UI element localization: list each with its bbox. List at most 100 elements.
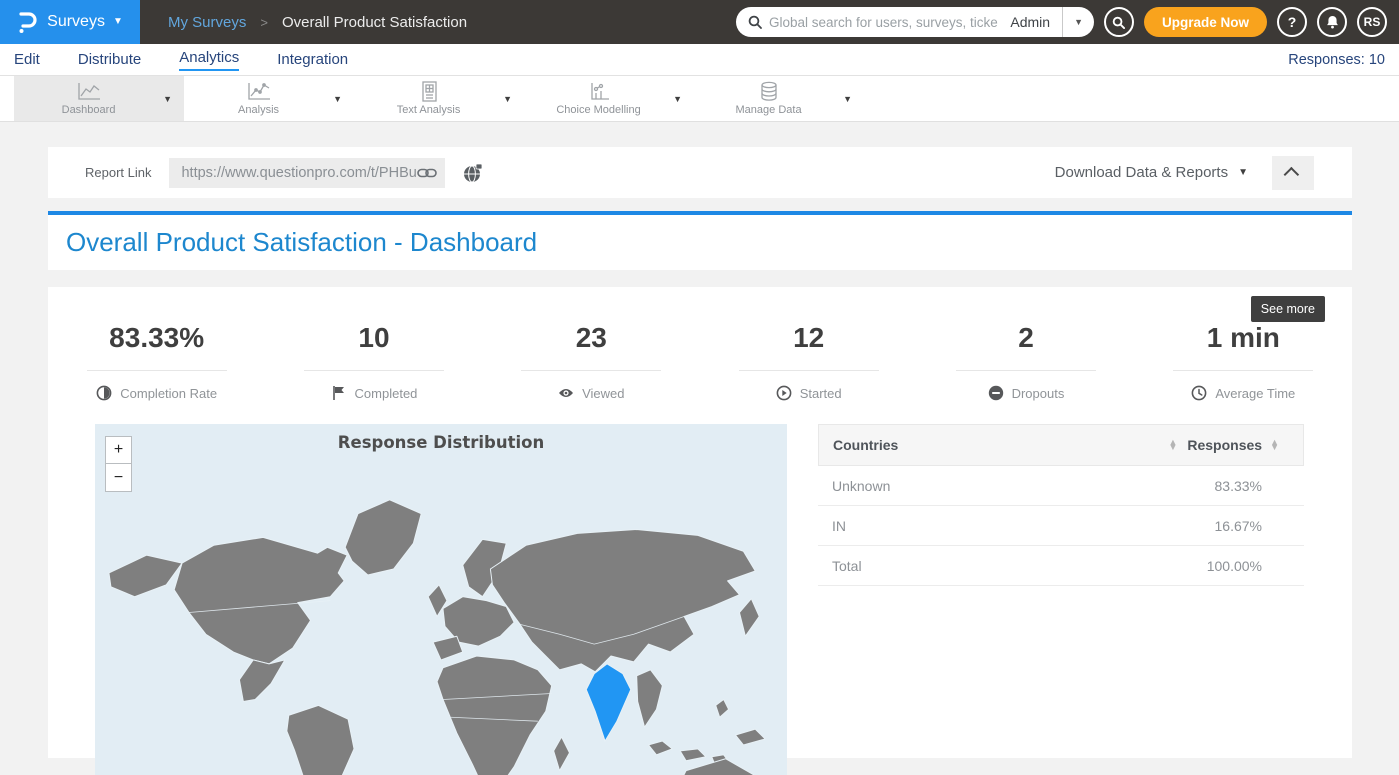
responses-cell: 100.00% (1207, 558, 1290, 574)
tab-integration[interactable]: Integration (277, 51, 348, 68)
tab-distribute[interactable]: Distribute (78, 51, 141, 68)
chevron-down-icon[interactable]: ▼ (503, 76, 524, 121)
minus-circle-icon (988, 385, 1004, 401)
completion-rate-icon (96, 385, 112, 401)
report-url-box (169, 158, 445, 188)
report-link-bar: Report Link Download Data & Reports ▼ (48, 147, 1352, 198)
countries-table: Countries ▲▼ Responses ▲▼ Unknown 83.33%… (818, 424, 1304, 775)
stats-row: 83.33% Completion Rate 10 (48, 322, 1352, 401)
bell-icon (1326, 15, 1339, 29)
line-chart-icon (76, 81, 102, 102)
tab-analytics[interactable]: Analytics (179, 49, 239, 71)
topbar-actions: Admin ▼ Upgrade Now ? RS (736, 7, 1399, 37)
stat-started: 12 Started (700, 322, 917, 401)
toolbar-item-analysis[interactable]: Analysis ▼ (184, 76, 354, 121)
search-scope-dropdown[interactable]: Admin ▼ (998, 7, 1094, 37)
collapse-header-button[interactable] (1272, 156, 1314, 190)
sort-icon[interactable]: ▲▼ (1168, 440, 1177, 450)
new-guinea-shape (735, 729, 765, 745)
indochina-shape (637, 670, 663, 727)
chevron-down-icon[interactable]: ▼ (333, 76, 354, 121)
responses-count[interactable]: Responses: 10 (1288, 52, 1385, 68)
globe-privacy-icon[interactable] (463, 163, 483, 183)
report-url-input[interactable] (181, 165, 417, 181)
questionpro-logo-icon (17, 10, 37, 34)
chevron-down-icon: ▼ (1063, 18, 1094, 27)
chevron-down-icon[interactable]: ▼ (673, 76, 694, 121)
download-data-reports-dropdown[interactable]: Download Data & Reports ▼ (1055, 164, 1248, 181)
india-highlight-shape (586, 664, 630, 741)
database-icon (756, 81, 782, 102)
download-data-reports-label: Download Data & Reports (1055, 164, 1228, 181)
report-link-label: Report Link (85, 165, 151, 180)
toolbar-item-manage-data[interactable]: Manage Data ▼ (694, 76, 864, 121)
australia-shape (680, 759, 753, 775)
section-nav: Edit Distribute Analytics Integration Re… (0, 44, 1399, 76)
stat-value: 1 min (1207, 322, 1280, 354)
breadcrumb-parent[interactable]: My Surveys (168, 14, 246, 31)
avatar[interactable]: RS (1357, 7, 1387, 37)
stat-value: 10 (358, 322, 389, 354)
toolbar-label: Manage Data (736, 104, 802, 116)
stat-completed: 10 Completed (265, 322, 482, 401)
philippines-shape (716, 699, 729, 717)
madagascar-shape (554, 737, 570, 771)
toolbar-label: Text Analysis (397, 104, 461, 116)
search-icon (748, 15, 762, 29)
response-distribution-map[interactable]: Response Distribution + − (95, 424, 787, 775)
stat-label: Viewed (582, 386, 624, 401)
dashboard-card: 83.33% Completion Rate 10 (48, 287, 1352, 758)
toolbar-item-text-analysis[interactable]: Text Analysis ▼ (354, 76, 524, 121)
stat-label: Average Time (1215, 386, 1295, 401)
eurasia-shape (490, 529, 755, 671)
column-header-responses[interactable]: Responses (1187, 437, 1262, 453)
help-button[interactable]: ? (1277, 7, 1307, 37)
title-card: Overall Product Satisfaction - Dashboard (48, 215, 1352, 270)
stat-value: 12 (793, 322, 824, 354)
surveys-menu[interactable]: Surveys ▼ (47, 13, 123, 31)
chevron-down-icon[interactable]: ▼ (163, 76, 184, 121)
chevron-down-icon: ▼ (113, 17, 123, 27)
toolbar-label: Analysis (238, 104, 279, 116)
toolbar-label: Choice Modelling (556, 104, 640, 116)
alaska-shape (109, 555, 182, 597)
map-title: Response Distribution (95, 433, 787, 452)
search-scope-label: Admin (998, 14, 1062, 30)
greenland-shape (345, 500, 421, 575)
scatter-chart-icon (586, 81, 612, 102)
trend-chart-icon (246, 81, 272, 102)
north-america-shape (174, 537, 347, 663)
stat-label: Completed (355, 386, 418, 401)
flag-icon (331, 385, 347, 401)
toolbar-item-choice-modelling[interactable]: Choice Modelling ▼ (524, 76, 694, 121)
page-title: Overall Product Satisfaction - Dashboard (66, 227, 537, 258)
south-america-shape (287, 705, 354, 775)
tab-edit[interactable]: Edit (14, 51, 40, 68)
stat-label: Completion Rate (120, 386, 217, 401)
stat-average-time: 1 min Average Time (1135, 322, 1352, 401)
zoom-in-button[interactable]: + (105, 436, 132, 464)
map-zoom-controls: + − (105, 436, 132, 492)
play-circle-icon (776, 385, 792, 401)
africa-shape (437, 656, 552, 775)
sort-icon[interactable]: ▲▼ (1270, 440, 1279, 450)
eye-icon (558, 385, 574, 401)
avatar-initials: RS (1364, 15, 1381, 29)
see-more-tooltip: See more (1251, 296, 1325, 322)
notifications-button[interactable] (1317, 7, 1347, 37)
world-map[interactable] (95, 486, 787, 775)
japan-shape (739, 599, 759, 637)
search-input[interactable] (769, 15, 998, 30)
stat-dropouts: 2 Dropouts (917, 322, 1134, 401)
table-row: IN 16.67% (818, 506, 1304, 546)
toolbar-item-dashboard[interactable]: Dashboard ▼ (14, 76, 184, 121)
quick-search-button[interactable] (1104, 7, 1134, 37)
chevron-down-icon[interactable]: ▼ (843, 76, 864, 121)
link-icon[interactable] (417, 167, 437, 179)
page-body: Report Link Download Data & Reports ▼ (0, 122, 1399, 758)
column-header-countries[interactable]: Countries (833, 437, 898, 453)
chevron-up-icon (1283, 167, 1299, 183)
breadcrumb-current: Overall Product Satisfaction (282, 14, 467, 31)
upgrade-now-button[interactable]: Upgrade Now (1144, 7, 1267, 37)
product-logo[interactable]: Surveys ▼ (0, 0, 140, 44)
